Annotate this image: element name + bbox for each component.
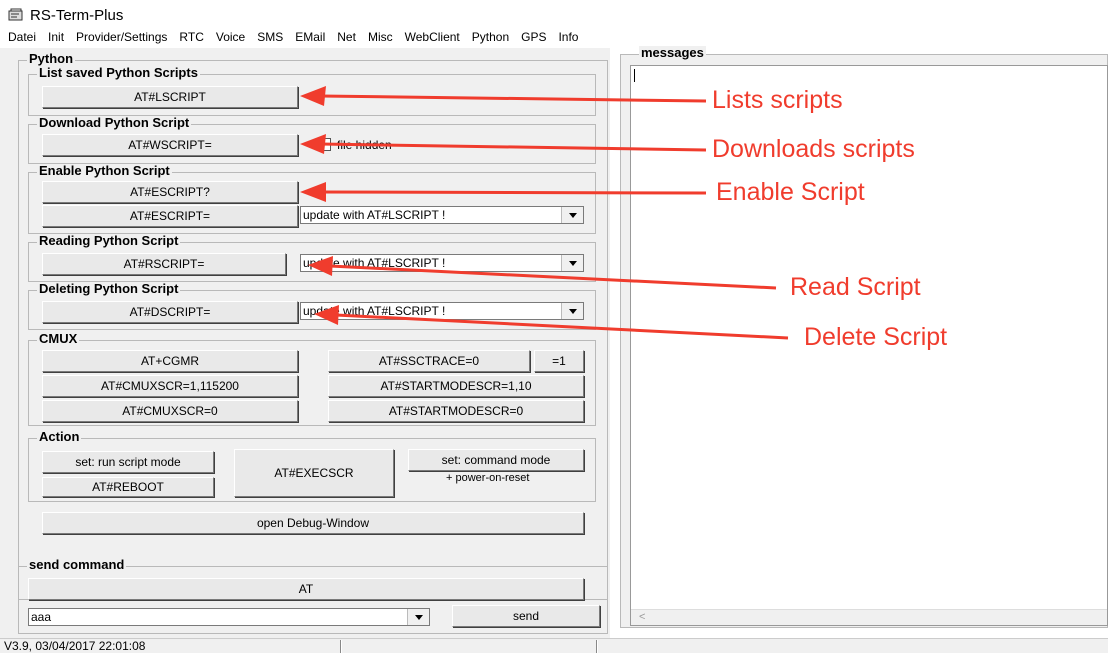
menu-rtc[interactable]: RTC — [179, 30, 203, 44]
menu-email[interactable]: EMail — [295, 30, 325, 44]
wscript-button[interactable]: AT#WSCRIPT= — [42, 134, 298, 156]
menu-bar: Datei Init Provider/Settings RTC Voice S… — [0, 28, 1108, 46]
run-script-mode-button[interactable]: set: run script mode — [42, 451, 214, 473]
rscript-button[interactable]: AT#RSCRIPT= — [42, 253, 286, 275]
menu-webclient[interactable]: WebClient — [405, 30, 460, 44]
command-input[interactable]: aaa — [28, 608, 430, 626]
download-script-group-title: Download Python Script — [37, 115, 192, 130]
left-panel: Python List saved Python Scripts AT#LSCR… — [0, 48, 610, 638]
startmodescr-1-button[interactable]: AT#STARTMODESCR=1,10 — [328, 375, 584, 397]
at-button[interactable]: AT — [28, 578, 584, 600]
command-mode-button[interactable]: set: command mode — [408, 449, 584, 471]
enable-script-group-title: Enable Python Script — [37, 163, 172, 178]
cmuxscr-0-button[interactable]: AT#CMUXSCR=0 — [42, 400, 298, 422]
ssctrace-1-button[interactable]: =1 — [534, 350, 584, 372]
list-scripts-group-title: List saved Python Scripts — [37, 65, 200, 80]
rscript-combo-value: update with AT#LSCRIPT ! — [303, 256, 446, 270]
delete-script-group-title: Deleting Python Script — [37, 281, 181, 296]
cgmr-button[interactable]: AT+CGMR — [42, 350, 298, 372]
annotation-enable-script: Enable Script — [716, 178, 865, 206]
dscript-combo-dropdown[interactable] — [561, 303, 583, 319]
rscript-combo-dropdown[interactable] — [561, 255, 583, 271]
version-status: V3.9, 03/04/2017 22:01:08 — [4, 639, 146, 653]
status-bar: V3.9, 03/04/2017 22:01:08 — [0, 638, 1108, 653]
lscript-button[interactable]: AT#LSCRIPT — [42, 86, 298, 108]
text-cursor — [634, 69, 635, 82]
annotation-lists-scripts: Lists scripts — [712, 86, 843, 114]
chevron-down-icon — [568, 308, 577, 314]
chevron-down-icon — [568, 260, 577, 266]
send-command-group-title: send command — [27, 557, 127, 572]
reboot-button[interactable]: AT#REBOOT — [42, 477, 214, 497]
chevron-down-icon — [414, 614, 423, 620]
cmux-group-title: CMUX — [37, 331, 80, 346]
status-separator — [596, 640, 598, 653]
rscript-combo[interactable]: update with AT#LSCRIPT ! — [300, 254, 584, 272]
window-title: RS-Term-Plus — [30, 6, 124, 24]
menu-datei[interactable]: Datei — [8, 30, 36, 44]
menu-misc[interactable]: Misc — [368, 30, 393, 44]
file-hidden-label: file hidden — [337, 138, 392, 152]
escript-combo-dropdown[interactable] — [561, 207, 583, 223]
escript-combo-value: update with AT#LSCRIPT ! — [303, 208, 446, 222]
status-separator — [340, 640, 342, 653]
annotation-downloads-scripts: Downloads scripts — [712, 135, 915, 163]
escript-set-button[interactable]: AT#ESCRIPT= — [42, 205, 298, 227]
power-on-reset-note: + power-on-reset — [446, 472, 530, 484]
menu-net[interactable]: Net — [337, 30, 356, 44]
action-group-title: Action — [37, 429, 82, 444]
menu-voice[interactable]: Voice — [216, 30, 245, 44]
dscript-combo-value: update with AT#LSCRIPT ! — [303, 304, 446, 318]
messages-group-title: messages — [639, 45, 706, 60]
terminal-app-icon — [8, 8, 23, 21]
annotation-read-script: Read Script — [790, 273, 921, 301]
menu-init[interactable]: Init — [48, 30, 64, 44]
menu-sms[interactable]: SMS — [257, 30, 283, 44]
annotation-delete-script: Delete Script — [804, 323, 948, 351]
open-debug-window-button[interactable]: open Debug-Window — [42, 512, 584, 534]
scroll-left-icon[interactable]: < — [639, 611, 645, 623]
dscript-combo[interactable]: update with AT#LSCRIPT ! — [300, 302, 584, 320]
command-input-value: aaa — [31, 610, 52, 624]
execscr-button[interactable]: AT#EXECSCR — [234, 449, 394, 497]
chevron-down-icon — [568, 212, 577, 218]
file-hidden-checkbox[interactable] — [318, 138, 331, 151]
menu-gps[interactable]: GPS — [521, 30, 546, 44]
python-group-title: Python — [27, 51, 76, 66]
command-input-dropdown[interactable] — [407, 609, 429, 625]
menu-provider-settings[interactable]: Provider/Settings — [76, 30, 167, 44]
menu-python[interactable]: Python — [472, 30, 509, 44]
startmodescr-0-button[interactable]: AT#STARTMODESCR=0 — [328, 400, 584, 422]
send-button[interactable]: send — [452, 605, 600, 627]
dscript-button[interactable]: AT#DSCRIPT= — [42, 301, 298, 323]
title-bar: RS-Term-Plus — [8, 4, 123, 26]
horizontal-scrollbar[interactable]: < — [631, 609, 1107, 625]
menu-info[interactable]: Info — [558, 30, 578, 44]
read-script-group-title: Reading Python Script — [37, 233, 181, 248]
escript-query-button[interactable]: AT#ESCRIPT? — [42, 181, 298, 203]
ssctrace-0-button[interactable]: AT#SSCTRACE=0 — [328, 350, 530, 372]
cmuxscr-115200-button[interactable]: AT#CMUXSCR=1,115200 — [42, 375, 298, 397]
escript-combo[interactable]: update with AT#LSCRIPT ! — [300, 206, 584, 224]
